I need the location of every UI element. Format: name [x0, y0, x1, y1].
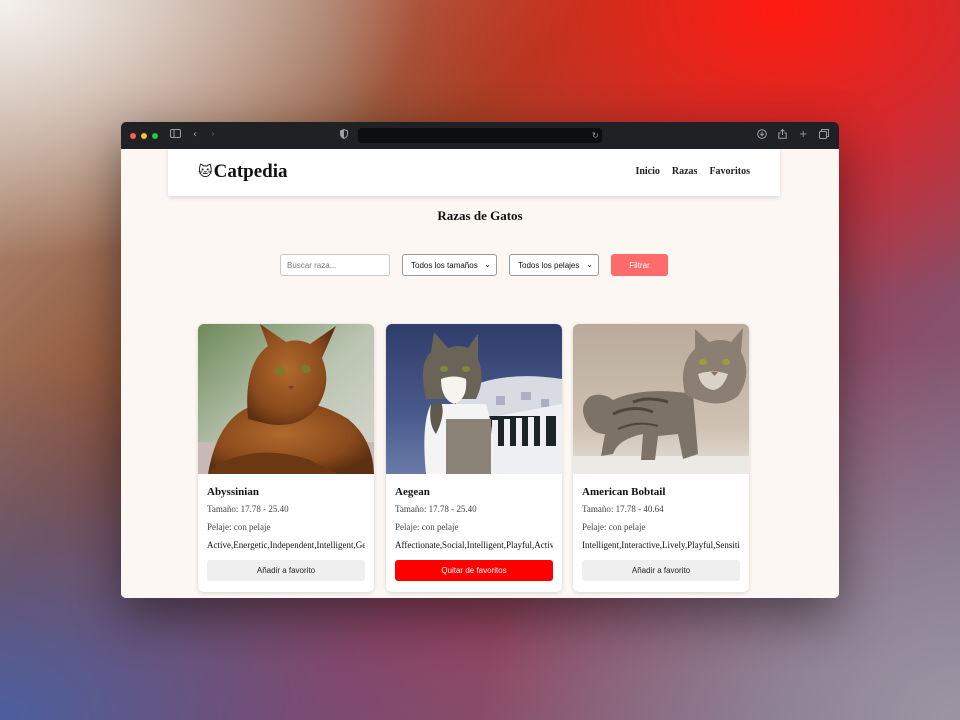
browser-window: ‹ › ↻ + 🐱 Catpedia Inicio Razas Favorito…: [121, 122, 839, 598]
search-input[interactable]: [280, 254, 390, 276]
forward-icon[interactable]: ›: [211, 129, 215, 141]
nav-links: Inicio Razas Favoritos: [635, 166, 750, 177]
breed-name: Abyssinian: [207, 486, 259, 498]
address-bar[interactable]: ↻: [358, 128, 602, 143]
filter-button[interactable]: Filtrar: [611, 254, 668, 276]
maximize-window-button[interactable]: [152, 132, 158, 139]
minimize-window-button[interactable]: [141, 132, 147, 139]
breed-temperament: Active,Energetic,Independent,Intelligent…: [207, 540, 365, 550]
filter-bar: Todos los tamaños ⌄ Todos los pelajes ⌄ …: [121, 254, 839, 276]
breed-size: Tamaño: 17.78 - 40.64: [582, 504, 664, 514]
size-select-value: Todos los tamaños: [411, 260, 478, 270]
size-select[interactable]: Todos los tamaños ⌄: [402, 254, 497, 276]
site-navbar: 🐱 Catpedia Inicio Razas Favoritos: [168, 149, 780, 196]
breed-photo: [573, 324, 749, 474]
coat-select[interactable]: Todos los pelajes ⌄: [509, 254, 599, 276]
breed-temperament: Intelligent,Interactive,Lively,Playful,S…: [582, 540, 740, 550]
breed-size: Tamaño: 17.78 - 25.40: [207, 504, 289, 514]
cat-icon: 🐱: [198, 164, 213, 180]
window-controls: [130, 132, 158, 139]
breed-temperament: Affectionate,Social,Intelligent,Playful,…: [395, 540, 553, 550]
tab-overview-icon[interactable]: [819, 129, 829, 143]
sidebar-toggle-icon[interactable]: [170, 129, 181, 142]
nav-link-razas[interactable]: Razas: [672, 166, 698, 177]
nav-link-inicio[interactable]: Inicio: [635, 166, 659, 177]
add-favorite-button[interactable]: Añadir a favorito: [582, 560, 740, 581]
page-title: Razas de Gatos: [437, 208, 523, 223]
breed-card: American Bobtail Tamaño: 17.78 - 40.64 P…: [573, 324, 749, 592]
close-window-button[interactable]: [130, 132, 136, 139]
browser-toolbar: ‹ › ↻ +: [121, 122, 839, 149]
reload-icon[interactable]: ↻: [592, 130, 599, 142]
privacy-shield-icon: [340, 128, 348, 143]
remove-favorite-button[interactable]: Quitar de favoritos: [395, 560, 553, 581]
breed-name: Aegean: [395, 486, 430, 498]
nav-link-favoritos[interactable]: Favoritos: [709, 166, 750, 177]
breed-card: Aegean Tamaño: 17.78 - 25.40 Pelaje: con…: [386, 324, 562, 592]
breed-coat: Pelaje: con pelaje: [582, 522, 646, 532]
share-icon[interactable]: [778, 128, 787, 143]
download-icon[interactable]: [757, 129, 767, 143]
page-viewport: 🐱 Catpedia Inicio Razas Favoritos Razas …: [121, 149, 839, 598]
brand-name: Catpedia: [213, 161, 288, 182]
breed-size: Tamaño: 17.78 - 25.40: [395, 504, 477, 514]
breed-coat: Pelaje: con pelaje: [395, 522, 459, 532]
coat-select-value: Todos los pelajes: [518, 260, 580, 270]
chevron-down-icon: ⌄: [586, 260, 593, 269]
breed-coat: Pelaje: con pelaje: [207, 522, 271, 532]
breed-card: Abyssinian Tamaño: 17.78 - 25.40 Pelaje:…: [198, 324, 374, 592]
back-icon[interactable]: ‹: [193, 129, 197, 141]
chevron-down-icon: ⌄: [484, 260, 491, 269]
breed-name: American Bobtail: [582, 486, 666, 498]
breed-photo: [386, 324, 562, 474]
site-brand[interactable]: 🐱 Catpedia: [198, 161, 288, 183]
add-favorite-button[interactable]: Añadir a favorito: [207, 560, 365, 581]
breed-photo: [198, 324, 374, 474]
new-tab-icon[interactable]: +: [799, 129, 807, 141]
